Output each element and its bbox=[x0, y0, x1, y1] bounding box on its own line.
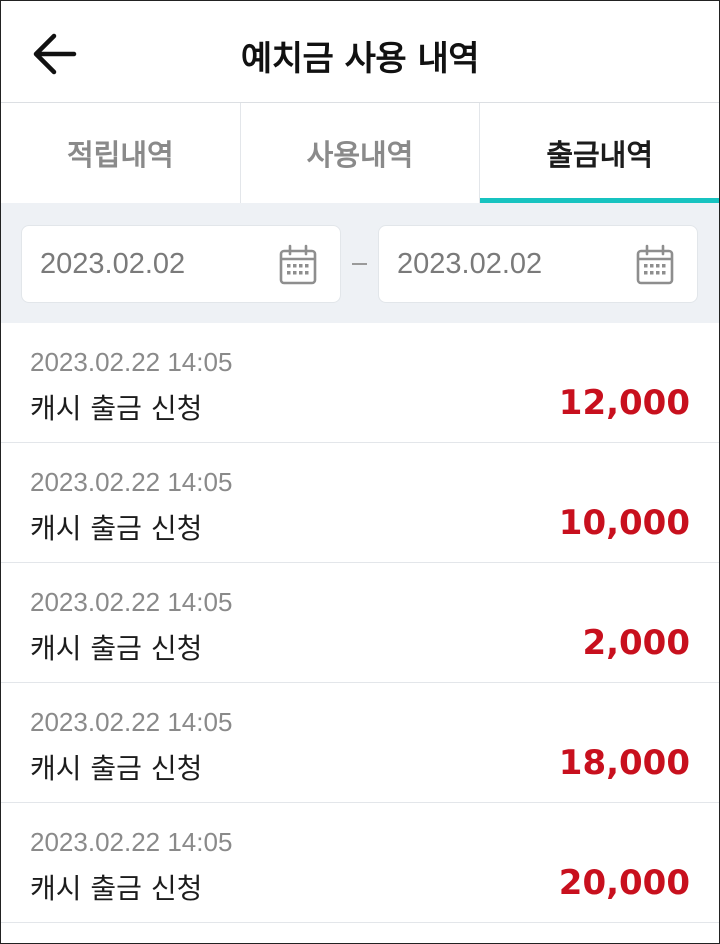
item-datetime: 2023.02.22 14:05 bbox=[30, 827, 233, 857]
page-title: 예치금 사용 내역 bbox=[240, 39, 480, 79]
calendar-icon bbox=[279, 244, 317, 285]
tab-used[interactable]: 사용내역 bbox=[241, 103, 481, 203]
end-date-field[interactable]: 2023.02.02 bbox=[378, 225, 698, 303]
list-item: 2023.02.22 14:05 캐시 출금 신청 18,000 bbox=[1, 683, 719, 803]
date-range-separator bbox=[352, 263, 367, 265]
item-label: 캐시 출금 신청 bbox=[30, 512, 203, 545]
date-filter: 2023.02.02 2023.02.02 bbox=[1, 203, 719, 323]
item-label: 캐시 출금 신청 bbox=[30, 632, 203, 665]
item-label: 캐시 출금 신청 bbox=[30, 872, 203, 905]
withdrawal-list: 2023.02.22 14:05 캐시 출금 신청 12,000 2023.02… bbox=[1, 323, 719, 923]
item-label: 캐시 출금 신청 bbox=[30, 392, 203, 425]
list-item: 2023.02.22 14:05 캐시 출금 신청 20,000 bbox=[1, 803, 719, 923]
item-amount: 18,000 bbox=[558, 743, 690, 783]
start-date-field[interactable]: 2023.02.02 bbox=[21, 225, 341, 303]
tab-withdrawal[interactable]: 출금내역 bbox=[480, 103, 719, 203]
list-item: 2023.02.22 14:05 캐시 출금 신청 12,000 bbox=[1, 323, 719, 443]
item-amount: 2,000 bbox=[582, 623, 690, 663]
tab-bar: 적립내역 사용내역 출금내역 bbox=[1, 103, 719, 203]
list-item: 2023.02.22 14:05 캐시 출금 신청 10,000 bbox=[1, 443, 719, 563]
item-amount: 20,000 bbox=[558, 863, 690, 903]
list-item: 2023.02.22 14:05 캐시 출금 신청 2,000 bbox=[1, 563, 719, 683]
item-datetime: 2023.02.22 14:05 bbox=[30, 467, 233, 497]
item-label: 캐시 출금 신청 bbox=[30, 752, 203, 785]
tab-earned[interactable]: 적립내역 bbox=[1, 103, 241, 203]
item-datetime: 2023.02.22 14:05 bbox=[30, 347, 233, 377]
start-date-value: 2023.02.02 bbox=[40, 248, 186, 280]
item-datetime: 2023.02.22 14:05 bbox=[30, 707, 233, 737]
item-datetime: 2023.02.22 14:05 bbox=[30, 587, 233, 617]
item-amount: 12,000 bbox=[558, 383, 690, 423]
calendar-icon bbox=[636, 244, 674, 285]
end-date-value: 2023.02.02 bbox=[397, 248, 543, 280]
app-frame: 예치금 사용 내역 적립내역 사용내역 출금내역 2023.02.02 2023… bbox=[0, 0, 720, 944]
item-amount: 10,000 bbox=[558, 503, 690, 543]
top-bar: 예치금 사용 내역 bbox=[1, 1, 719, 103]
